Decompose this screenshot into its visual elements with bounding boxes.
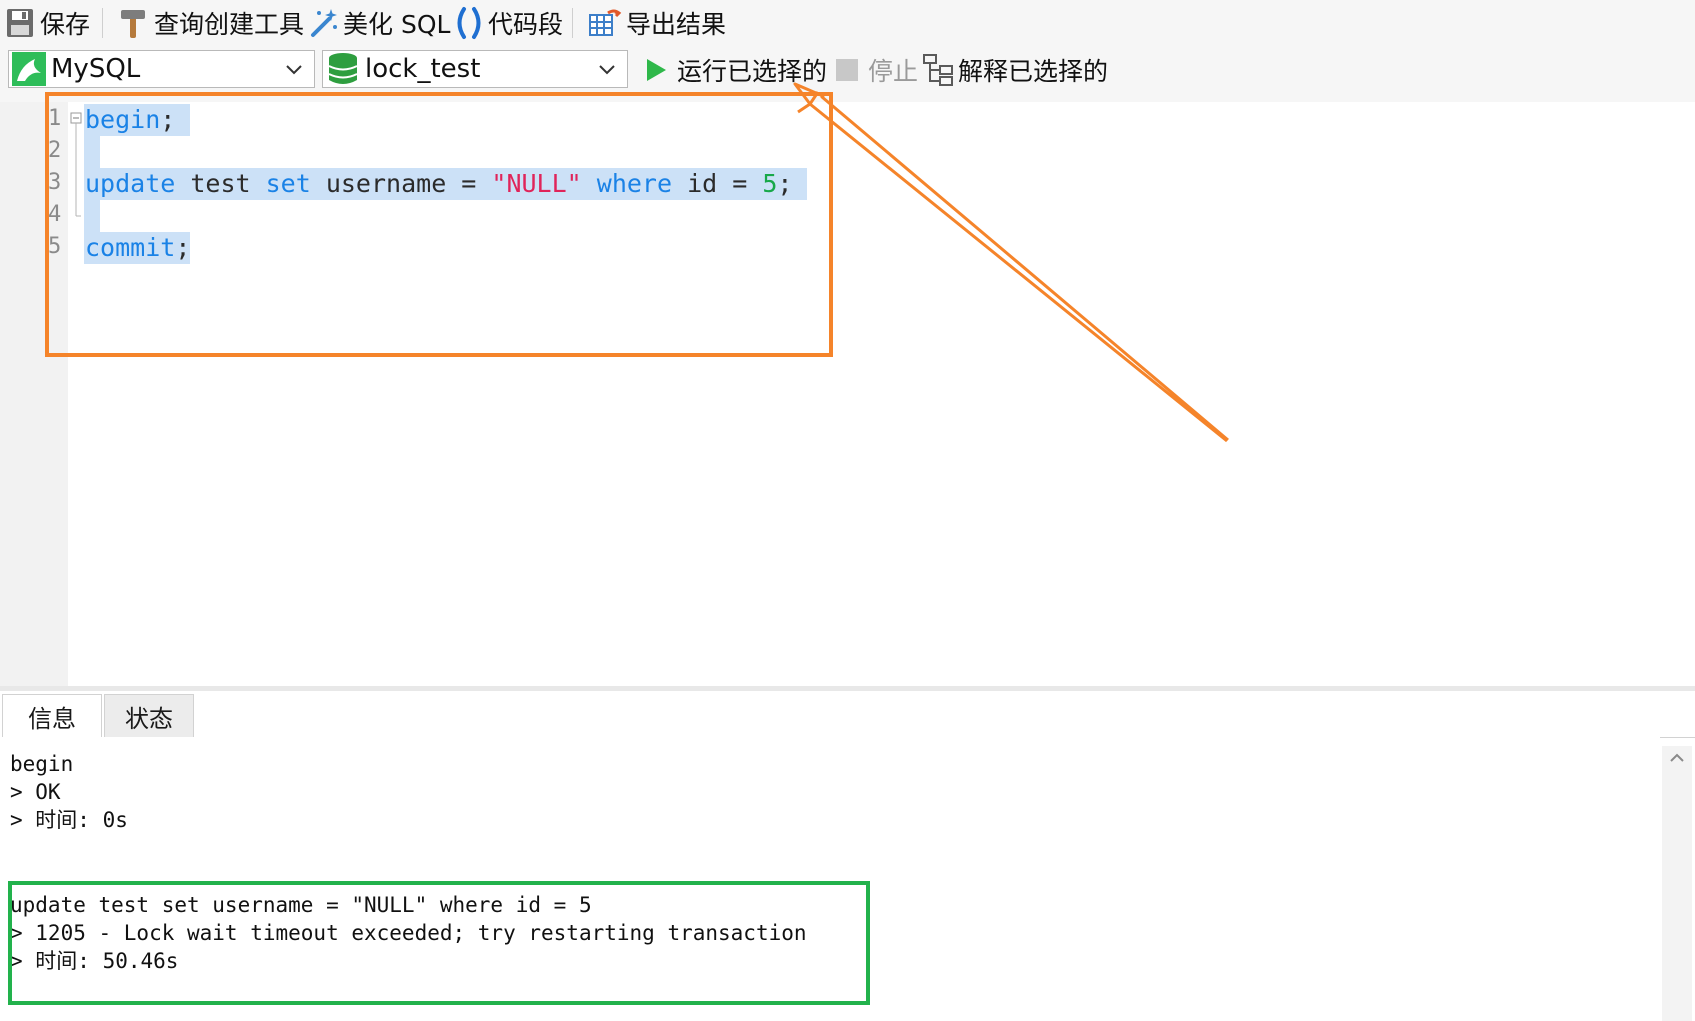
scroll-up-arrow-icon[interactable] (1662, 746, 1692, 770)
tab-info-label: 信息 (28, 704, 76, 733)
output-line: > OK (10, 780, 61, 804)
result-tab-bar (0, 691, 1695, 738)
green-highlight-box (8, 881, 870, 1005)
output-scrollbar[interactable] (1662, 746, 1692, 1021)
tab-info[interactable]: 信息 (2, 694, 102, 738)
output-line: > 时间: 0s (10, 808, 128, 832)
tab-status-label: 状态 (125, 704, 173, 733)
output-line: begin (10, 752, 74, 776)
tab-status[interactable]: 状态 (104, 694, 194, 738)
